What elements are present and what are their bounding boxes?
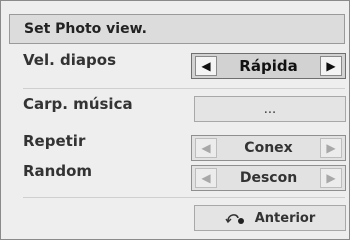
random-selector[interactable]: ◀ Descon ▶: [191, 165, 346, 191]
dialog-title: Set Photo view.: [24, 21, 147, 37]
repeat-selector[interactable]: ◀ Conex ▶: [191, 135, 346, 161]
dialog-title-bar: Set Photo view.: [9, 14, 345, 44]
slide-speed-next-arrow-icon[interactable]: ▶: [320, 56, 342, 76]
random-next-arrow-icon[interactable]: ▶: [320, 168, 342, 188]
music-folder-button[interactable]: ...: [194, 96, 346, 122]
random-label: Random: [23, 162, 93, 180]
music-folder-value: ...: [263, 101, 277, 117]
photo-view-settings-dialog: Set Photo view. Vel. diapos ◀ Rápida ▶ C…: [0, 0, 350, 240]
back-button[interactable]: Anterior: [194, 205, 346, 231]
slide-speed-label: Vel. diapos: [23, 51, 116, 69]
repeat-label: Repetir: [23, 132, 86, 150]
repeat-next-arrow-icon[interactable]: ▶: [320, 138, 342, 158]
section-divider: [23, 88, 345, 89]
repeat-prev-arrow-icon[interactable]: ◀: [195, 138, 217, 158]
slide-speed-prev-arrow-icon[interactable]: ◀: [195, 56, 217, 76]
back-label: Anterior: [254, 210, 316, 226]
return-icon: [225, 211, 247, 225]
slide-speed-value: Rápida: [239, 57, 298, 75]
slide-speed-selector[interactable]: ◀ Rápida ▶: [191, 53, 346, 79]
repeat-value: Conex: [244, 140, 293, 156]
footer-divider: [23, 197, 345, 198]
random-prev-arrow-icon[interactable]: ◀: [195, 168, 217, 188]
random-value: Descon: [239, 170, 298, 186]
music-folder-label: Carp. música: [23, 95, 133, 113]
